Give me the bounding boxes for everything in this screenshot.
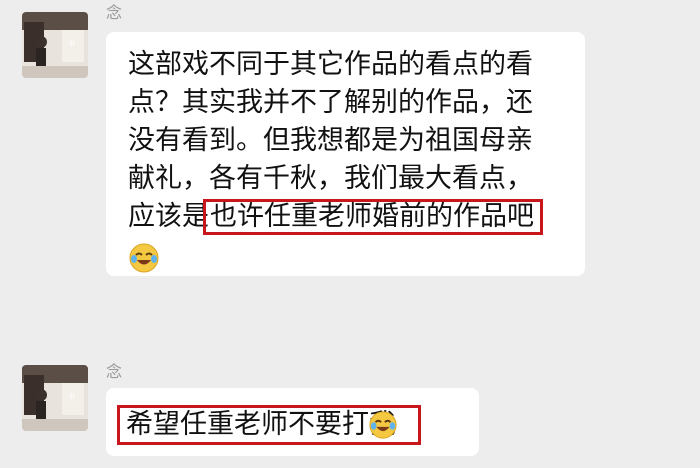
message-bubble[interactable]: 希望任重老师不要打我 [106, 388, 479, 456]
highlighted-text: 希望任重老师不要打我 [126, 409, 396, 440]
svg-text:书: 书 [68, 392, 75, 401]
message-line: 这部戏不同于其它作品的看点的看 [128, 49, 533, 80]
chat-message: 书 念 这部戏不同于其它作品的看点的看 点？其实我并不了解别的作品，还 没有看到… [0, 0, 700, 290]
sender-name: 念 [106, 3, 123, 22]
laughing-crying-emoji-icon [128, 242, 160, 274]
message-line: 应该是也许任重老师婚前的作品吧 [128, 198, 571, 236]
emoji-line [128, 238, 571, 276]
message-bubble[interactable]: 这部戏不同于其它作品的看点的看 点？其实我并不了解别的作品，还 没有看到。但我想… [106, 32, 585, 276]
message-line: 献礼，各有千秋，我们最大看点， [128, 163, 533, 194]
message-line-prefix: 应该是 [128, 201, 209, 232]
message-text: 这部戏不同于其它作品的看点的看 点？其实我并不了解别的作品，还 没有看到。但我想… [128, 46, 571, 276]
sender-name: 念 [106, 362, 123, 381]
message-line: 点？其实我并不了解别的作品，还 [128, 87, 533, 118]
highlighted-text-box: 希望任重老师不要打我 [117, 405, 421, 445]
chat-message: 书 念 希望任重老师不要打我 [0, 355, 700, 468]
svg-text:书: 书 [68, 39, 75, 48]
avatar[interactable]: 书 [22, 365, 88, 431]
avatar[interactable]: 书 [22, 12, 88, 78]
laughing-crying-emoji-icon [368, 410, 398, 440]
message-line: 没有看到。但我想都是为祖国母亲 [128, 125, 533, 156]
message-text: 希望任重老师不要打我 [117, 405, 469, 445]
highlighted-text-box: 也许任重老师婚前的作品吧 [203, 199, 543, 235]
